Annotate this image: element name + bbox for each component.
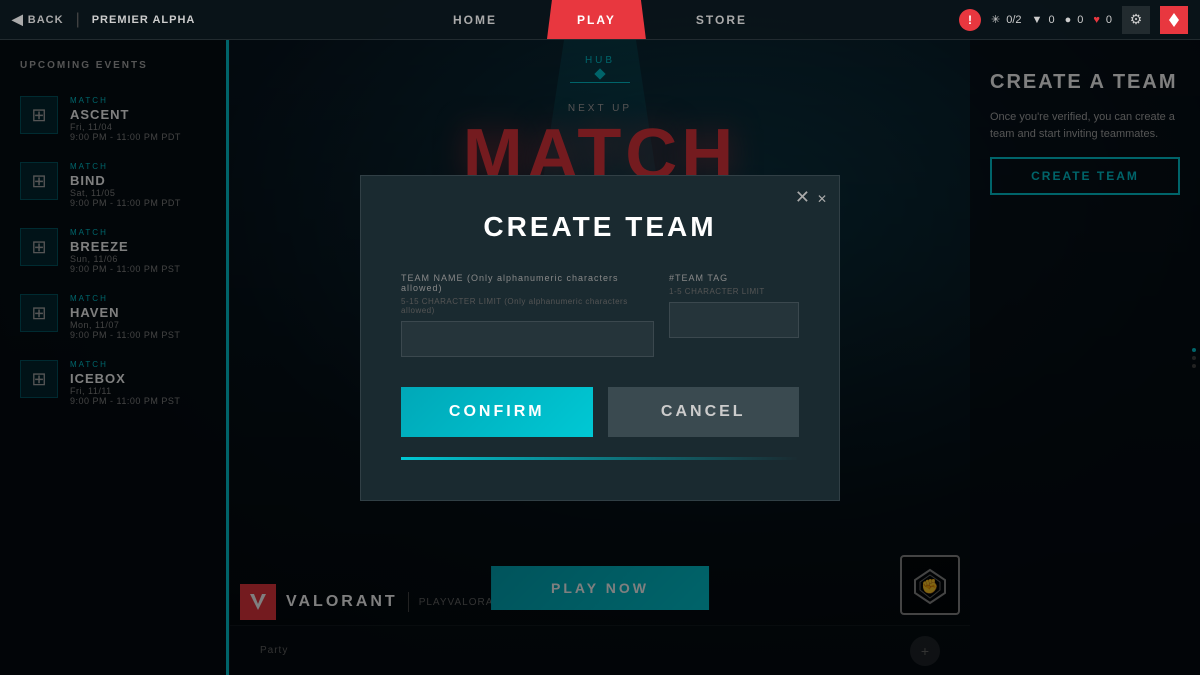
cancel-button[interactable]: CANCEL: [608, 387, 800, 437]
settings-button[interactable]: ⚙: [1122, 6, 1150, 34]
topbar: ◀ BACK | PREMIER ALPHA HOME PLAY STORE !…: [0, 0, 1200, 40]
kp-count: 0: [1106, 14, 1112, 26]
rp-group: ● 0: [1065, 14, 1084, 26]
alert-icon[interactable]: !: [959, 9, 981, 31]
topbar-right: ! ✳ 0/2 ▼ 0 ● 0 ♥ 0 ⚙: [900, 6, 1200, 34]
nav-home[interactable]: HOME: [443, 0, 507, 39]
modal-fields: TEAM NAME (Only alphanumeric characters …: [401, 273, 799, 357]
back-arrow-icon: ◀: [12, 11, 24, 28]
team-tag-field-group: #TEAM TAG 1-5 CHARACTER LIMIT: [669, 273, 799, 357]
topbar-left: ◀ BACK | PREMIER ALPHA: [0, 11, 300, 29]
team-name-sublabel: 5-15 CHARACTER LIMIT (Only alphanumeric …: [401, 297, 654, 315]
vp-icon: ▼: [1032, 14, 1043, 26]
team-name-field-group: TEAM NAME (Only alphanumeric characters …: [401, 273, 654, 357]
modal-close-button[interactable]: ✕ ✕: [795, 188, 827, 206]
back-button[interactable]: ◀ BACK: [12, 11, 64, 28]
stars-group: ✳ 0/2: [991, 13, 1022, 26]
separator: |: [76, 11, 80, 29]
rp-count: 0: [1077, 14, 1083, 26]
breadcrumb: PREMIER ALPHA: [92, 14, 196, 26]
back-label: BACK: [28, 14, 64, 26]
confirm-button[interactable]: CONFIRM: [401, 387, 593, 437]
nav-store[interactable]: STORE: [686, 0, 757, 39]
stars-count: 0/2: [1006, 14, 1021, 26]
team-tag-sublabel: 1-5 CHARACTER LIMIT: [669, 287, 799, 296]
kp-icon: ♥: [1093, 14, 1100, 26]
team-name-label: TEAM NAME (Only alphanumeric characters …: [401, 273, 654, 293]
close-x-extra: ✕: [817, 192, 827, 206]
star-icon: ✳: [991, 13, 1000, 26]
close-icon: ✕: [795, 187, 810, 207]
nav-play[interactable]: PLAY: [547, 0, 646, 39]
kp-group: ♥ 0: [1093, 14, 1112, 26]
modal-overlay: ✕ ✕ CREATE TEAM TEAM NAME (Only alphanum…: [0, 0, 1200, 675]
team-tag-input[interactable]: [669, 302, 799, 338]
modal-buttons: CONFIRM CANCEL: [401, 387, 799, 437]
team-tag-label: #TEAM TAG: [669, 273, 799, 283]
create-team-modal: ✕ ✕ CREATE TEAM TEAM NAME (Only alphanum…: [360, 175, 840, 501]
rp-icon: ●: [1065, 14, 1072, 26]
team-name-input[interactable]: [401, 321, 654, 357]
modal-title: CREATE TEAM: [401, 211, 799, 243]
vp-count: 0: [1048, 14, 1054, 26]
profile-icon[interactable]: [1160, 6, 1188, 34]
profile-svg: [1165, 11, 1183, 29]
modal-bottom-line: [401, 457, 799, 460]
vp-group: ▼ 0: [1032, 14, 1055, 26]
topbar-nav: HOME PLAY STORE: [300, 0, 900, 39]
